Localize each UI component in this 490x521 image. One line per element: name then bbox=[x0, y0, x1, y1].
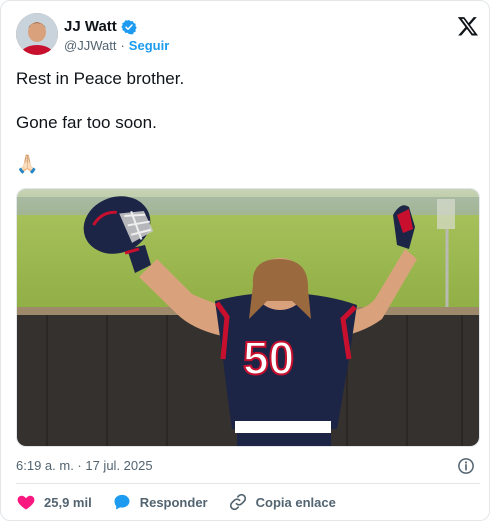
tweet-header: JJ Watt @JJWatt · Seguir bbox=[16, 13, 481, 57]
reply-bubble-icon bbox=[114, 494, 130, 510]
verified-badge-icon bbox=[121, 19, 137, 34]
follow-button[interactable]: Seguir bbox=[129, 38, 169, 53]
tweet-card: JJ Watt @JJWatt · Seguir Rest in Peace b… bbox=[0, 0, 490, 521]
reply-label: Responder bbox=[139, 494, 208, 510]
divider bbox=[16, 483, 480, 484]
like-count: 25,9 mil bbox=[44, 494, 92, 510]
author-handle[interactable]: @JJWatt bbox=[64, 38, 116, 53]
author-handle-row: @JJWatt · Seguir bbox=[64, 38, 169, 53]
jersey-number: 50 bbox=[243, 332, 294, 384]
copy-link-label: Copia enlace bbox=[255, 494, 336, 510]
avatar-image bbox=[16, 13, 58, 55]
post-text-line-2: Gone far too soon. bbox=[16, 113, 157, 132]
post-timestamp[interactable]: 6:19 a. m. · 17 jul. 2025 bbox=[16, 458, 153, 473]
post-text-line-1: Rest in Peace brother. bbox=[16, 69, 185, 88]
info-icon[interactable] bbox=[457, 457, 475, 475]
link-icon bbox=[229, 493, 246, 511]
football-player-photo: 50 bbox=[17, 189, 479, 446]
like-button[interactable]: 25,9 mil bbox=[16, 492, 92, 512]
post-media-photo[interactable]: 50 bbox=[16, 188, 480, 447]
author-name-row: JJ Watt bbox=[64, 18, 137, 35]
prayer-hands-emoji: 🙏🏻 bbox=[16, 154, 39, 174]
avatar[interactable] bbox=[16, 13, 58, 55]
reply-button[interactable]: Responder bbox=[112, 492, 208, 512]
author-name[interactable]: JJ Watt bbox=[64, 18, 117, 35]
handle-separator: · bbox=[120, 38, 125, 53]
heart-icon bbox=[17, 495, 35, 510]
x-logo-icon[interactable] bbox=[457, 15, 479, 37]
action-bar: 25,9 mil Responder Copia enlace bbox=[16, 492, 356, 512]
copy-link-button[interactable]: Copia enlace bbox=[228, 492, 336, 512]
